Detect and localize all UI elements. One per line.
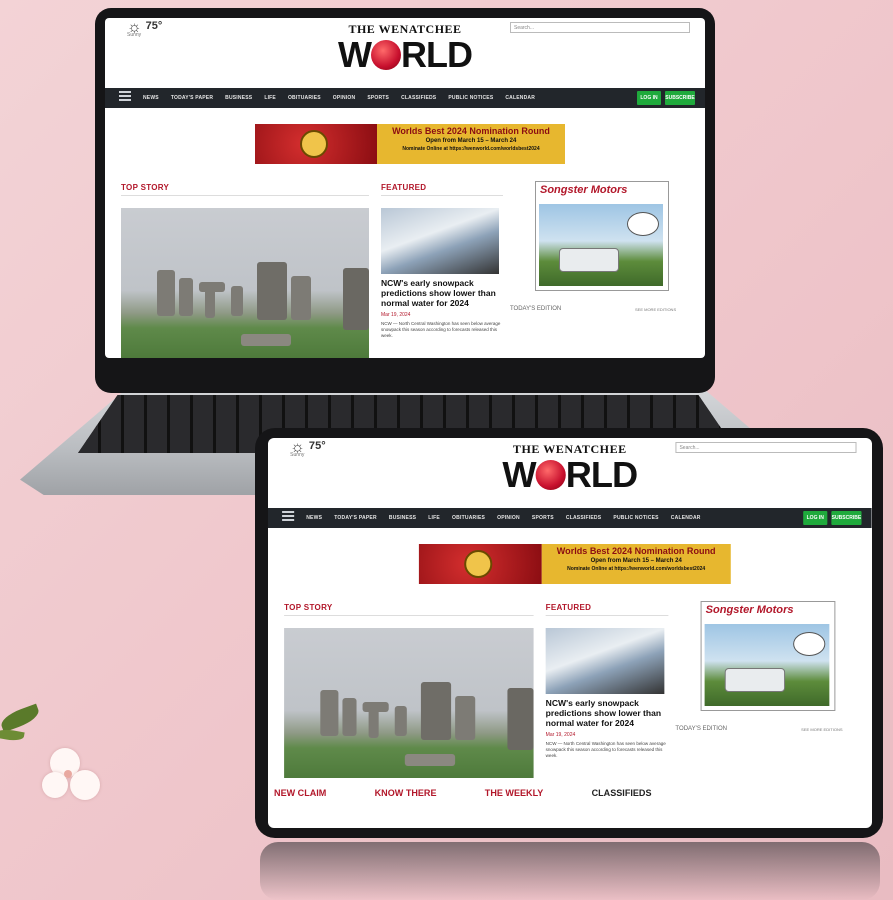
nav-item-todays-paper[interactable]: TODAY'S PAPER [171,95,213,101]
weather-condition: Sunny [290,452,305,458]
nav-item-business[interactable]: BUSINESS [389,515,416,521]
nav-item-opinion[interactable]: OPINION [497,515,520,521]
website: ☼ 75° Sunny THE WENATCHEE W RLD Search...… [268,438,872,828]
banner-url: Nominate Online at https://wenworld.com/… [402,146,540,152]
divider [284,615,534,616]
subscribe-button[interactable]: SUBSCRIBE [665,91,695,105]
featured-date: Mar 19, 2024 [381,312,411,318]
flower-decoration [0,700,110,810]
site-logo[interactable]: W RLD [325,36,485,74]
login-button[interactable]: LOG IN [803,511,828,525]
globe-icon [535,460,566,490]
category-link[interactable]: THE WEEKLY [485,788,544,798]
weather-condition: Sunny [127,32,142,38]
top-story-image[interactable] [284,628,534,778]
featured-headline[interactable]: NCW's early snowpack predictions show lo… [381,278,503,308]
nav-item-life[interactable]: LIFE [264,95,276,101]
subscribe-button[interactable]: SUBSCRIBE [831,511,862,525]
nav-item-classifieds[interactable]: CLASSIFIEDS [401,95,436,101]
nav-item-sports[interactable]: SPORTS [367,95,389,101]
banner-url: Nominate Online at https://wenworld.com/… [567,566,706,572]
nav-item-news[interactable]: NEWS [143,95,159,101]
nav-items: NEWS TODAY'S PAPER BUSINESS LIFE OBITUAR… [143,88,535,108]
banner-title: Worlds Best 2024 Nomination Round [392,126,550,136]
main-nav: NEWS TODAY'S PAPER BUSINESS LIFE OBITUAR… [268,508,872,528]
divider [545,615,669,616]
nav-item-classifieds[interactable]: CLASSIFIEDS [566,515,601,521]
laptop-screen: ☼ 75° Sunny THE WENATCHEE W RLD Search...… [105,18,705,358]
divider [381,195,503,196]
ad-title: Songster Motors [705,604,794,616]
ad-title: Songster Motors [540,184,628,196]
nav-item-life[interactable]: LIFE [428,515,440,521]
speech-bubble [627,212,659,236]
main-nav: NEWS TODAY'S PAPER BUSINESS LIFE OBITUAR… [105,88,705,108]
nav-item-sports[interactable]: SPORTS [532,515,554,521]
featured-summary: NCW — North Central Washington has seen … [545,741,666,758]
featured-image[interactable] [545,628,665,694]
top-story-label: TOP STORY [121,183,170,192]
category-link[interactable]: NEW CLAIM [274,788,326,798]
tablet-reflection [260,842,880,900]
todays-edition-label: TODAY'S EDITION [675,726,728,732]
truck-image [724,668,786,692]
nav-item-public-notices[interactable]: PUBLIC NOTICES [613,515,658,521]
search-input[interactable]: Search... [675,442,857,453]
award-badge-icon [464,550,493,578]
globe-icon [370,40,401,70]
nav-item-obituaries[interactable]: OBITUARIES [288,95,321,101]
site-logo[interactable]: W RLD [489,456,650,494]
nav-item-obituaries[interactable]: OBITUARIES [452,515,485,521]
weather-temp: 75° [145,20,163,32]
banner-dates: Open from March 15 – March 24 [425,138,517,144]
songster-motors-ad[interactable]: Songster Motors [535,181,669,291]
login-button[interactable]: LOG IN [637,91,661,105]
see-more-editions-link[interactable]: SEE MORE EDITIONS [801,727,842,732]
search-input[interactable]: Search... [510,22,690,33]
featured-date: Mar 19, 2024 [545,732,576,738]
truck-image [559,248,619,272]
todays-edition-label: TODAY'S EDITION [510,306,562,312]
nav-item-news[interactable]: NEWS [306,515,322,521]
nav-item-public-notices[interactable]: PUBLIC NOTICES [448,95,493,101]
award-badge-icon [300,130,328,158]
weather-temp: 75° [308,440,326,452]
top-story-label: TOP STORY [284,603,333,612]
tablet-screen: ☼ 75° Sunny THE WENATCHEE W RLD Search...… [268,438,872,828]
banner-dates: Open from March 15 – March 24 [590,558,682,564]
nav-item-calendar[interactable]: CALENDAR [505,95,535,101]
hamburger-menu-icon[interactable] [119,91,131,103]
divider [121,195,369,196]
website: ☼ 75° Sunny THE WENATCHEE W RLD Search...… [105,18,705,358]
featured-headline[interactable]: NCW's early snowpack predictions show lo… [546,698,669,728]
see-more-editions-link[interactable]: SEE MORE EDITIONS [635,307,676,312]
nav-item-business[interactable]: BUSINESS [225,95,252,101]
category-link[interactable]: CLASSIFIEDS [592,788,652,798]
nomination-banner-ad[interactable]: Worlds Best 2024 Nomination Round Open f… [418,544,731,584]
speech-bubble [793,632,826,656]
songster-motors-ad[interactable]: Songster Motors [700,601,836,711]
featured-label: FEATURED [381,183,427,192]
nav-item-calendar[interactable]: CALENDAR [671,515,701,521]
featured-image[interactable] [381,208,499,274]
banner-title: Worlds Best 2024 Nomination Round [556,546,716,556]
featured-label: FEATURED [545,603,592,612]
nav-item-todays-paper[interactable]: TODAY'S PAPER [334,515,377,521]
nav-items: NEWS TODAY'S PAPER BUSINESS LIFE OBITUAR… [306,508,700,528]
category-link[interactable]: KNOW THERE [375,788,437,798]
nomination-banner-ad[interactable]: Worlds Best 2024 Nomination Round Open f… [255,124,565,164]
nav-item-opinion[interactable]: OPINION [333,95,356,101]
hamburger-menu-icon[interactable] [282,511,295,523]
top-story-image[interactable] [121,208,369,358]
featured-summary: NCW — North Central Washington has seen … [381,321,501,338]
category-row: NEW CLAIM KNOW THERE THE WEEKLY CLASSIFI… [274,788,651,798]
